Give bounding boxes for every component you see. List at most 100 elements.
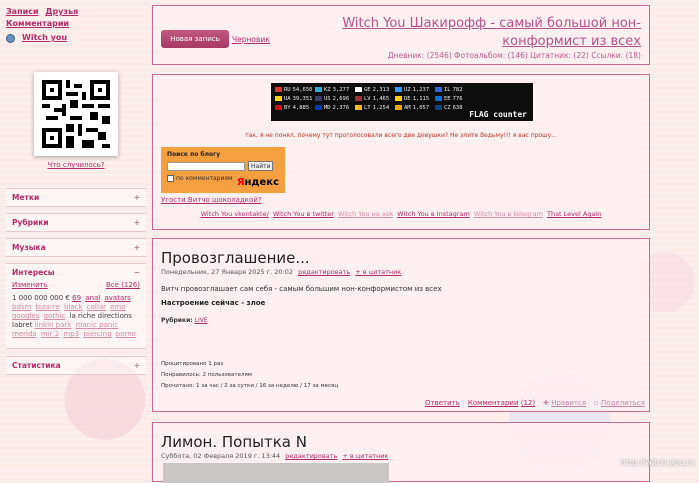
what-happened-link[interactable]: Что случилось? [6,161,146,169]
country-code: BY [284,104,291,111]
interest-tag[interactable]: black [64,303,83,311]
social-link-twitter[interactable]: Witch You в twitter [273,210,334,218]
collapse-icon[interactable]: − [134,268,140,277]
flag-counter-entry: GE 2,313 [355,85,395,94]
social-link-instagram[interactable]: Witch You в Instagram [397,210,470,218]
username-link[interactable]: Witch you [22,32,67,44]
social-link-ask[interactable]: Witch You на ask [338,210,393,218]
blog-header: Новая запись Черновик Witch You Шакирофф… [152,5,650,65]
comments-link[interactable]: Комментарии [468,399,519,407]
quote-link[interactable]: + в цитатник [355,268,401,276]
country-code: IL [444,86,451,93]
post-card: Лимон. Попытка N Суббота, 02 Февраля 201… [152,422,650,483]
info-panel: RU 54,650 KZ 3,277 GE 2,313 UZ 1,237 IL 782 UA 39,3… [152,74,650,230]
reply-link[interactable]: Ответить [425,399,460,407]
country-code: AM [404,104,411,111]
interests-edit-link[interactable]: Изменить [12,281,48,290]
yandex-logo-text: ндекс [244,177,279,188]
expand-icon[interactable]: + [134,218,140,227]
quote-link[interactable]: + в цитатник [342,452,388,460]
country-code: RU [284,86,291,93]
visitor-count: 1,237 [412,86,430,93]
interest-tag[interactable]: porno [116,330,136,338]
social-link-telegram[interactable]: Witch You в telegram [474,210,543,218]
edit-post-link[interactable]: редактировать [285,452,337,460]
interest-tag[interactable]: linkin park [35,321,72,329]
sidebar-block-label: Метки [12,193,40,202]
interest-tag[interactable]: manic panic [76,321,119,329]
post-date: Суббота, 02 Февраля 2019 г. 13:44 [161,452,281,460]
interest-tag[interactable]: mp3 [63,330,79,338]
visitor-count: 1,465 [372,95,390,102]
yandex-search-widget: Поиск по блогу Найти по комментариям Янд… [161,147,285,193]
post-title[interactable]: Провозглашение... [161,249,310,267]
read-count: Прочитано: 1 за час / 2 за сутки / 16 за… [161,383,339,389]
new-post-button[interactable]: Новая запись [161,30,229,48]
visitor-count: 2,696 [332,95,350,102]
blog-title[interactable]: Witch You Шакирофф - самый большой нон-к… [271,15,641,51]
interest-tag[interactable]: anal [85,294,100,302]
interest-tag[interactable]: avatars [104,294,130,302]
notice-text: так, я не понял, почему тут проголосовал… [245,132,557,139]
nav-friends[interactable]: Друзья [45,7,78,16]
sidebar-block-statistics[interactable]: Статистика + [6,356,146,375]
like-link[interactable]: Нравится [551,399,586,407]
comments-count[interactable]: (12) [521,399,535,407]
interest-tag[interactable]: piercing [83,330,111,338]
search-input[interactable] [167,161,245,171]
interest-tag[interactable]: bizarre [36,303,60,311]
flag-counter-entry: UA 39,351 [275,94,315,103]
edit-post-link[interactable]: редактировать [298,268,350,276]
like-icon[interactable]: ✚ [543,399,549,407]
expand-icon[interactable]: + [134,361,140,370]
social-link-vk[interactable]: Witch You vkontakte/ [201,210,269,218]
user-line: Witch you [6,32,146,44]
expand-icon[interactable]: + [134,193,140,202]
interest-tag[interactable]: bdsm [12,303,31,311]
nav-comments[interactable]: Комментарии [6,19,69,28]
interest-tag[interactable]: mir 2 [41,330,59,338]
user-icon [6,33,15,43]
blog-stats[interactable]: Дневник: (2546) Фотоальбом: (146) Цитатн… [388,51,641,60]
share-icon[interactable]: ▫ [594,399,599,407]
flag-counter-brand: FLAG counter [469,110,527,119]
interest-tag[interactable]: 69 [72,294,81,302]
country-code: DE [404,95,411,102]
flag-icon [395,96,402,101]
sidebar-block-rubrics[interactable]: Рубрики + [6,213,146,232]
chocolate-link[interactable]: Угости Витчо шоколадкой? [161,196,262,204]
flag-counter-widget[interactable]: RU 54,650 KZ 3,277 GE 2,313 UZ 1,237 IL 782 UA 39,3… [271,83,533,121]
interest-tag[interactable]: gothic [44,312,66,320]
sidebar: Записи Друзья Комментарии Witch you Что … [6,6,146,169]
interest-tag[interactable]: merida [12,330,37,338]
flag-icon [435,87,442,92]
interest-tag[interactable]: googles [12,312,39,320]
sidebar-block-tags[interactable]: Метки + [6,188,146,207]
interest-tag[interactable]: collar [87,303,106,311]
social-link-level[interactable]: That Level Again [547,210,601,218]
flag-icon [315,105,322,110]
expand-icon[interactable]: + [134,243,140,252]
sidebar-block-music[interactable]: Музыка + [6,238,146,257]
rubric-link[interactable]: LIVE [195,317,208,324]
visitor-count: 2,313 [372,86,390,93]
flag-counter-entry: DE 1,115 [395,94,435,103]
comments-checkbox[interactable] [167,175,174,182]
flag-counter-entry: LT 1,254 [355,103,395,112]
interest-tag[interactable]: emo [110,303,125,311]
flag-counter-entry: IL 782 [435,85,475,94]
qr-code-image [42,80,110,148]
sidebar-block-label: Рубрики [12,218,49,227]
visitor-count: 1,057 [412,104,430,111]
comments-checkbox-label: по комментариям [176,175,233,182]
post-title[interactable]: Лимон. Попытка N [161,433,307,451]
post-body: Витч провозглашает сам себя - самым боль… [161,285,442,293]
interests-all-link[interactable]: Все (126) [106,281,140,290]
share-link[interactable]: Поделиться [601,399,645,407]
search-button[interactable]: Найти [248,161,274,171]
nav-records[interactable]: Записи [6,7,39,16]
visitor-count: 638 [452,104,463,111]
drafts-link[interactable]: Черновик [232,35,270,44]
country-code: LT [364,104,371,111]
flag-icon [355,87,362,92]
